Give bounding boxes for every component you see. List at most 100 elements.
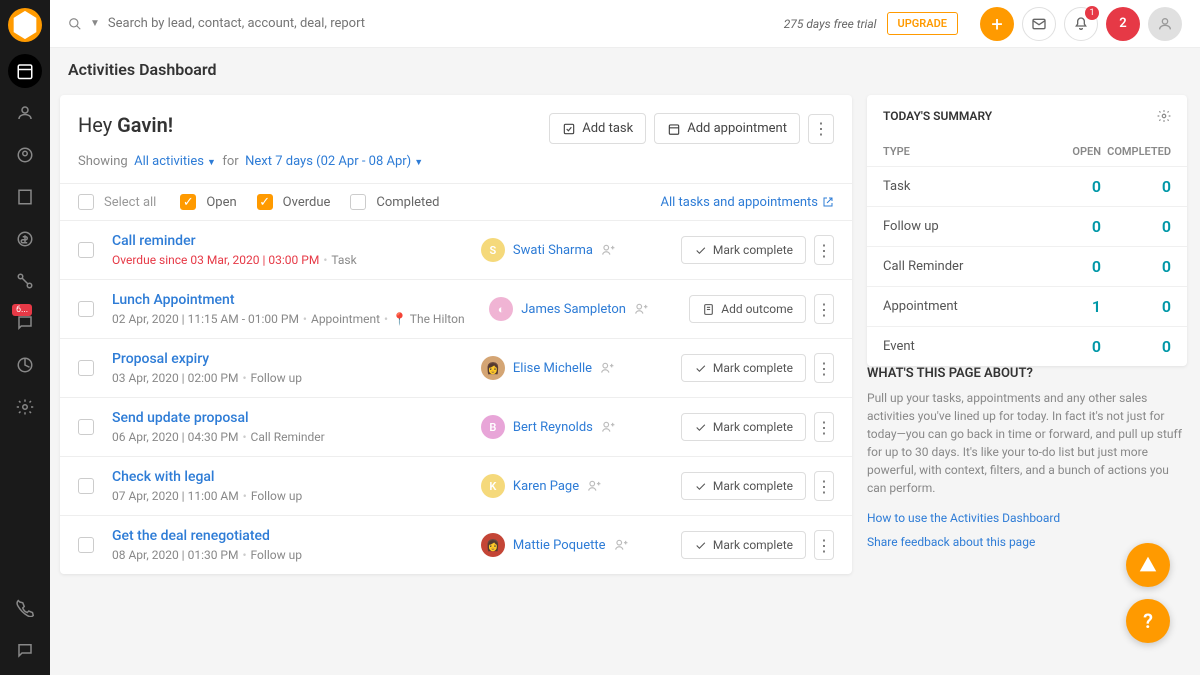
calendar-icon[interactable] (8, 54, 42, 88)
search-icon[interactable] (68, 17, 82, 31)
activity-title[interactable]: Get the deal renegotiated (112, 528, 481, 544)
person-avatar: 👩 (481, 533, 505, 557)
row-action-button[interactable]: Mark complete (681, 413, 806, 441)
activity-row: Check with legal 07 Apr, 2020 | 11:00 AM… (60, 457, 852, 516)
avatar[interactable] (1148, 7, 1182, 41)
activity-row: Send update proposal 06 Apr, 2020 | 04:3… (60, 398, 852, 457)
activity-row: Call reminder Overdue since 03 Mar, 2020… (60, 221, 852, 280)
row-action-button[interactable]: Mark complete (681, 472, 806, 500)
gear-icon[interactable] (1157, 109, 1171, 123)
row-checkbox[interactable] (78, 360, 94, 376)
building-icon[interactable] (8, 180, 42, 214)
greeting: Hey Gavin! (78, 113, 173, 137)
activity-row: Get the deal renegotiated 08 Apr, 2020 |… (60, 516, 852, 574)
conversation-icon[interactable]: 6... (8, 306, 42, 340)
contact-icon[interactable] (8, 138, 42, 172)
about-title: WHAT'S THIS PAGE ABOUT? (867, 366, 1187, 381)
person-avatar: 👩 (481, 356, 505, 380)
search-input[interactable] (108, 16, 508, 31)
page-title: Activities Dashboard (68, 60, 217, 79)
person-add-icon[interactable] (634, 302, 648, 316)
about-section: WHAT'S THIS PAGE ABOUT? Pull up your tas… (867, 358, 1187, 567)
upgrade-button[interactable]: UPGRADE (887, 12, 958, 35)
activity-meta: 08 Apr, 2020 | 01:30 PM•Follow up (112, 548, 481, 562)
person-add-icon[interactable] (600, 361, 614, 375)
person-name[interactable]: James Sampleton (521, 302, 626, 317)
activity-title[interactable]: Send update proposal (112, 410, 481, 426)
notification-badge: 1 (1085, 6, 1099, 20)
person-name[interactable]: Mattie Poquette (513, 538, 606, 553)
person-add-icon[interactable] (601, 243, 615, 257)
row-action-button[interactable]: Add outcome (689, 295, 806, 323)
date-filter[interactable]: Next 7 days (02 Apr - 08 Apr)▼ (245, 154, 423, 169)
row-action-button[interactable]: Mark complete (681, 531, 806, 559)
activity-meta: Overdue since 03 Mar, 2020 | 03:00 PM•Ta… (112, 253, 481, 267)
connect-icon[interactable] (8, 264, 42, 298)
more-icon[interactable]: ⋮ (808, 114, 834, 144)
row-more-icon[interactable]: ⋮ (814, 412, 834, 442)
activity-meta: 06 Apr, 2020 | 04:30 PM•Call Reminder (112, 430, 481, 444)
summary-title: TODAY'S SUMMARY (883, 109, 992, 123)
activity-title[interactable]: Call reminder (112, 233, 481, 249)
row-more-icon[interactable]: ⋮ (814, 530, 834, 560)
person-name[interactable]: Bert Reynolds (513, 420, 593, 435)
activity-meta: 07 Apr, 2020 | 11:00 AM•Follow up (112, 489, 481, 503)
person-add-icon[interactable] (587, 479, 601, 493)
activities-filter[interactable]: All activities▼ (134, 154, 216, 169)
overdue-checkbox[interactable]: ✓ (257, 194, 273, 210)
bell-icon[interactable]: 1 (1064, 7, 1098, 41)
how-to-link[interactable]: How to use the Activities Dashboard (867, 511, 1187, 525)
mail-icon[interactable] (1022, 7, 1056, 41)
open-checkbox[interactable]: ✓ (180, 194, 196, 210)
activity-title[interactable]: Lunch Appointment (112, 292, 489, 308)
person-avatar: K (481, 474, 505, 498)
settings-icon[interactable] (8, 390, 42, 424)
activity-meta: 02 Apr, 2020 | 11:15 AM - 01:00 PM•Appoi… (112, 312, 489, 326)
topbar: ▼ 275 days free trial UPGRADE + 1 2 (50, 0, 1200, 48)
about-text: Pull up your tasks, appointments and any… (867, 389, 1187, 497)
dollar-icon[interactable] (8, 222, 42, 256)
person-name[interactable]: Karen Page (513, 479, 579, 494)
activity-title[interactable]: Check with legal (112, 469, 481, 485)
fab-apps[interactable] (1126, 543, 1170, 587)
all-tasks-link[interactable]: All tasks and appointments (660, 195, 834, 210)
row-checkbox[interactable] (78, 301, 94, 317)
row-checkbox[interactable] (78, 419, 94, 435)
row-more-icon[interactable]: ⋮ (814, 294, 834, 324)
user-icon[interactable] (8, 96, 42, 130)
summary-row: Task00 (867, 166, 1187, 206)
activity-row: Proposal expiry 03 Apr, 2020 | 02:00 PM•… (60, 339, 852, 398)
person-name[interactable]: Elise Michelle (513, 361, 592, 376)
search-caret-icon[interactable]: ▼ (90, 18, 100, 29)
row-action-button[interactable]: Mark complete (681, 236, 806, 264)
person-name[interactable]: Swati Sharma (513, 243, 593, 258)
task-icon (562, 122, 576, 136)
row-checkbox[interactable] (78, 242, 94, 258)
add-button[interactable]: + (980, 7, 1014, 41)
completed-checkbox[interactable] (350, 194, 366, 210)
row-more-icon[interactable]: ⋮ (814, 471, 834, 501)
filter-row: Showing All activities▼ for Next 7 days … (60, 154, 852, 183)
person-add-icon[interactable] (601, 420, 615, 434)
reports-icon[interactable] (8, 348, 42, 382)
app-logo[interactable] (8, 8, 42, 42)
person-add-icon[interactable] (614, 538, 628, 552)
select-all-checkbox[interactable] (78, 194, 94, 210)
add-task-button[interactable]: Add task (549, 113, 646, 144)
row-more-icon[interactable]: ⋮ (814, 353, 834, 383)
person-avatar: B (481, 415, 505, 439)
checks-row: Select all ✓ Open ✓ Overdue Completed Al… (60, 183, 852, 221)
row-action-button[interactable]: Mark complete (681, 354, 806, 382)
add-appointment-button[interactable]: Add appointment (654, 113, 800, 144)
activity-title[interactable]: Proposal expiry (112, 351, 481, 367)
count-badge[interactable]: 2 (1106, 7, 1140, 41)
main-card: Hey Gavin! Add task Add appointment ⋮ Sh… (60, 95, 852, 574)
row-more-icon[interactable]: ⋮ (814, 235, 834, 265)
row-checkbox[interactable] (78, 537, 94, 553)
calendar-small-icon (667, 122, 681, 136)
phone-icon[interactable] (8, 591, 42, 625)
chat-icon[interactable] (8, 633, 42, 667)
conversation-badge: 6... (12, 304, 32, 316)
fab-help[interactable]: ? (1126, 599, 1170, 643)
row-checkbox[interactable] (78, 478, 94, 494)
